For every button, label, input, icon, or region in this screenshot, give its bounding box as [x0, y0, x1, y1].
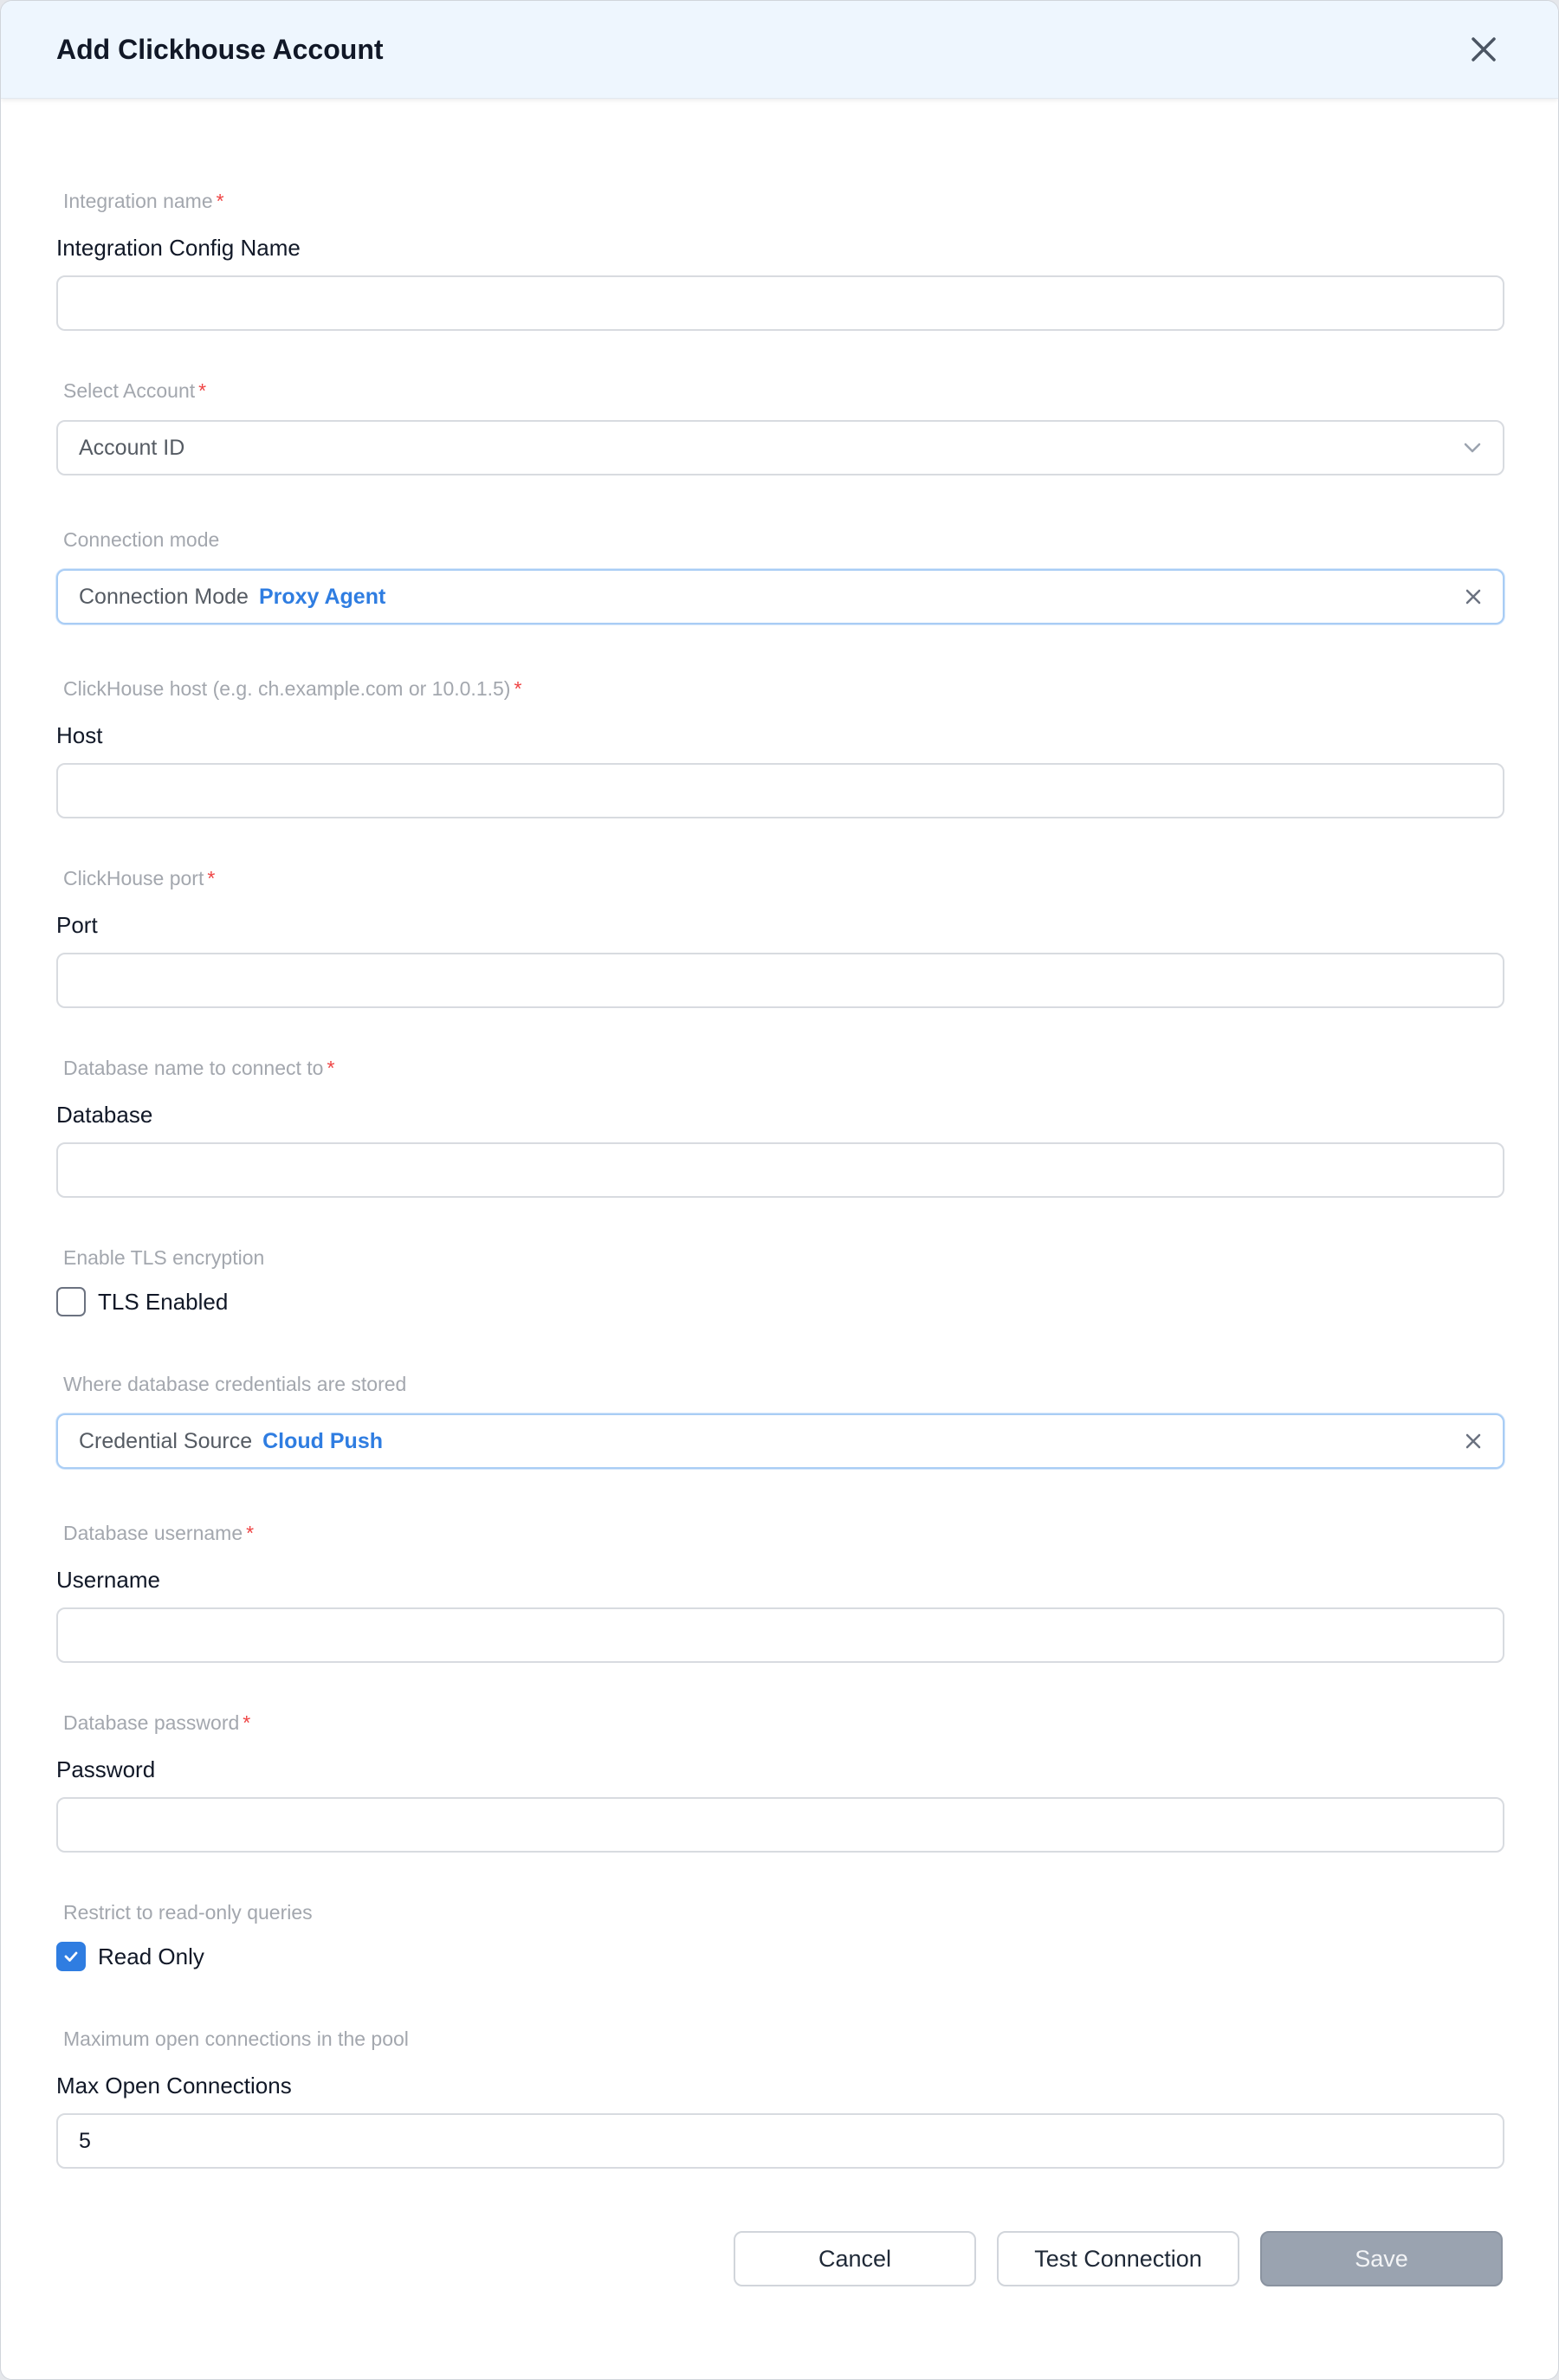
connection-mode-hint: Connection mode: [63, 528, 220, 551]
connection-mode-key: Connection Mode: [79, 584, 249, 609]
host-input[interactable]: [56, 763, 1504, 818]
dialog-footer: Cancel Test Connection Save: [56, 2231, 1503, 2286]
credential-source-field: Where database credentials are stored Cr…: [56, 1370, 1504, 1519]
credential-source-hint: Where database credentials are stored: [63, 1373, 407, 1395]
max-open-connections-label: Max Open Connections: [56, 2073, 292, 2099]
password-field: Database password * Password: [56, 1709, 1504, 1898]
chevron-down-icon: [1464, 443, 1481, 453]
max-open-connections-hint: Maximum open connections in the pool: [63, 2028, 409, 2050]
clear-icon[interactable]: [1465, 588, 1482, 605]
tls-checkbox[interactable]: [56, 1287, 86, 1316]
required-mark: *: [243, 1711, 251, 1734]
credential-source-key: Credential Source: [79, 1428, 253, 1453]
required-mark: *: [207, 867, 216, 889]
username-field: Database username * Username: [56, 1519, 1504, 1709]
required-mark: *: [514, 677, 522, 700]
max-open-connections-value: 5: [79, 2128, 91, 2153]
read-only-checkbox[interactable]: [56, 1942, 86, 1971]
read-only-field: Restrict to read-only queries Read Only: [56, 1898, 1503, 2025]
dialog-body: Integration name * Integration Config Nam…: [1, 99, 1558, 2286]
username-hint: Database username *: [56, 1519, 1503, 1547]
username-input[interactable]: [56, 1607, 1504, 1663]
cancel-button[interactable]: Cancel: [734, 2231, 976, 2286]
port-hint-text: ClickHouse port: [63, 867, 204, 889]
password-input[interactable]: [56, 1797, 1504, 1853]
required-mark: *: [327, 1057, 335, 1079]
read-only-checkbox-row[interactable]: Read Only: [56, 1942, 1503, 1971]
password-hint-text: Database password: [63, 1711, 240, 1734]
required-mark: *: [216, 190, 224, 212]
add-account-dialog: Add Clickhouse Account Integration name *…: [0, 0, 1559, 2380]
dialog-title: Add Clickhouse Account: [56, 33, 384, 65]
integration-name-input[interactable]: [56, 275, 1504, 331]
test-connection-button[interactable]: Test Connection: [997, 2231, 1239, 2286]
username-hint-text: Database username: [63, 1522, 243, 1544]
host-field: ClickHouse host (e.g. ch.example.com or …: [56, 675, 1504, 864]
max-open-connections-field: Maximum open connections in the pool Max…: [56, 2025, 1504, 2169]
account-hint-text: Select Account: [63, 379, 196, 402]
port-label: Port: [56, 912, 98, 938]
database-input[interactable]: [56, 1142, 1504, 1198]
tls-label: TLS Enabled: [98, 1288, 229, 1315]
tls-hint: Enable TLS encryption: [63, 1246, 265, 1269]
max-open-connections-input[interactable]: 5: [56, 2113, 1504, 2169]
read-only-label: Read Only: [98, 1943, 204, 1969]
database-hint-text: Database name to connect to: [63, 1057, 324, 1079]
close-button[interactable]: [1465, 30, 1503, 68]
host-hint: ClickHouse host (e.g. ch.example.com or …: [56, 675, 1503, 702]
dialog-header: Add Clickhouse Account: [1, 1, 1558, 99]
connection-mode-select[interactable]: Connection Mode Proxy Agent: [56, 569, 1504, 624]
port-hint: ClickHouse port *: [56, 864, 1503, 892]
integration-name-field: Integration name * Integration Config Nam…: [56, 187, 1504, 377]
required-mark: *: [246, 1522, 255, 1544]
credential-source-value: Cloud Push: [262, 1428, 384, 1453]
tls-checkbox-row[interactable]: TLS Enabled: [56, 1287, 1503, 1316]
save-button[interactable]: Save: [1260, 2231, 1503, 2286]
host-label: Host: [56, 722, 103, 748]
tls-field: Enable TLS encryption TLS Enabled: [56, 1244, 1503, 1370]
database-label: Database: [56, 1102, 153, 1128]
required-mark: *: [198, 379, 207, 402]
account-select[interactable]: Account ID: [56, 420, 1504, 475]
connection-mode-field: Connection mode Connection Mode Proxy Ag…: [56, 526, 1504, 675]
password-label: Password: [56, 1756, 156, 1782]
credential-source-select[interactable]: Credential Source Cloud Push: [56, 1413, 1504, 1469]
database-field: Database name to connect to * Database: [56, 1054, 1504, 1244]
username-label: Username: [56, 1567, 160, 1593]
password-hint: Database password *: [56, 1709, 1503, 1736]
integration-name-hint-text: Integration name: [63, 190, 213, 212]
account-field: Select Account * Account ID: [56, 377, 1504, 526]
account-hint: Select Account *: [56, 377, 1503, 404]
integration-name-label: Integration Config Name: [56, 235, 301, 261]
connection-mode-value: Proxy Agent: [258, 584, 386, 609]
account-select-placeholder: Account ID: [79, 435, 185, 460]
read-only-hint: Restrict to read-only queries: [63, 1901, 313, 1924]
database-hint: Database name to connect to *: [56, 1054, 1503, 1082]
host-hint-text: ClickHouse host (e.g. ch.example.com or …: [63, 677, 511, 700]
port-field: ClickHouse port * Port: [56, 864, 1504, 1054]
integration-name-hint: Integration name *: [56, 187, 1503, 215]
close-icon: [1472, 37, 1496, 61]
check-icon: [64, 1951, 78, 1962]
port-input[interactable]: [56, 953, 1504, 1008]
clear-icon[interactable]: [1465, 1433, 1482, 1450]
